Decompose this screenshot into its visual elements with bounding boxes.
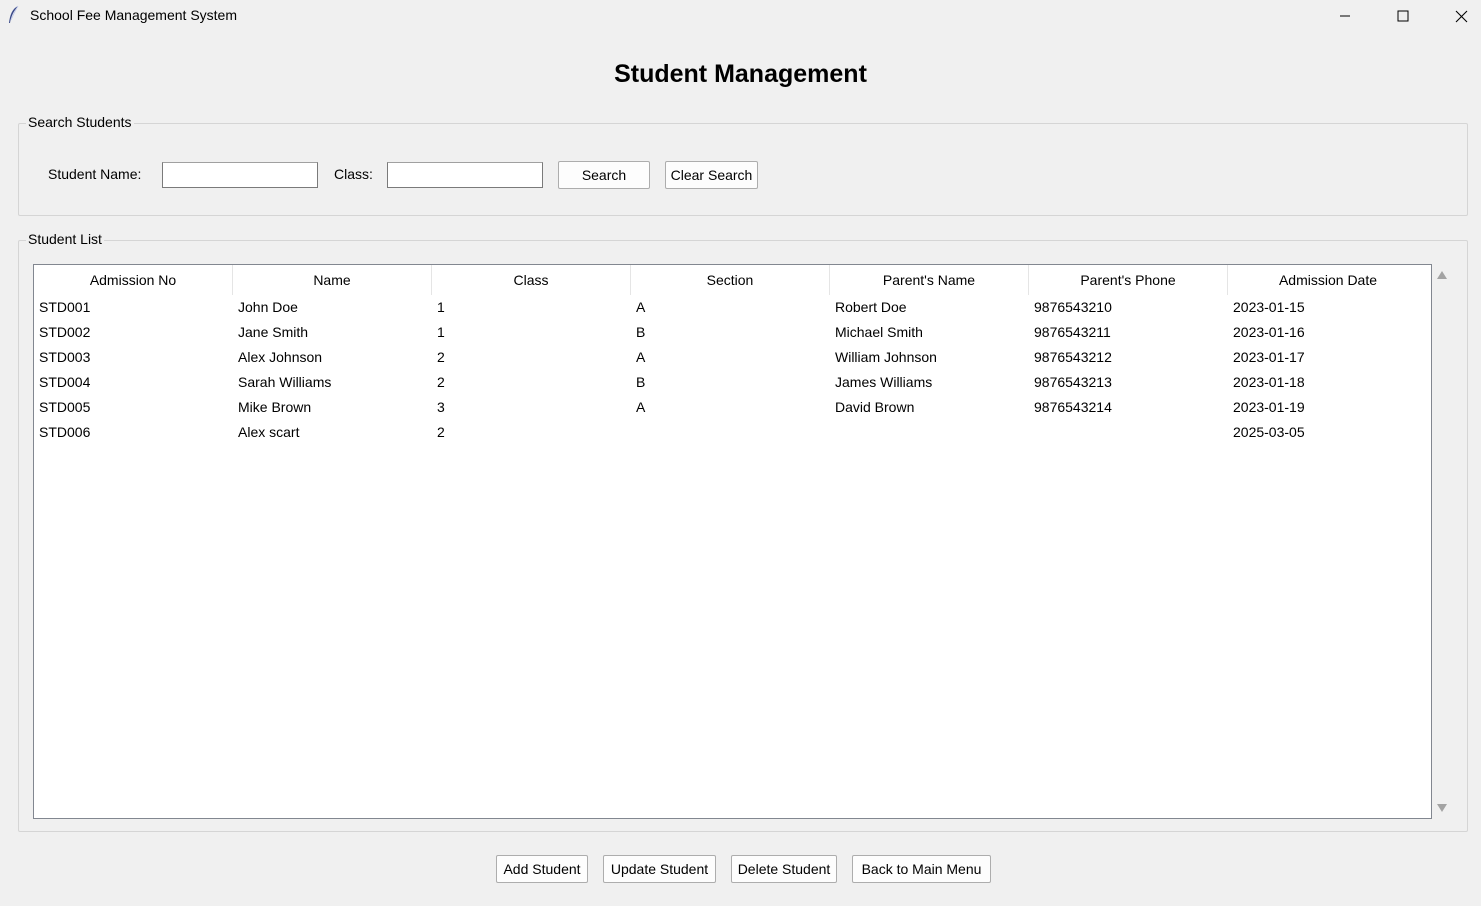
delete-student-button[interactable]: Delete Student [731, 855, 837, 883]
cell-name: Jane Smith [238, 324, 309, 340]
back-to-main-menu-button[interactable]: Back to Main Menu [852, 855, 991, 883]
cell-admission-date: 2023-01-15 [1233, 299, 1305, 315]
close-button[interactable] [1438, 0, 1481, 32]
cell-parent-phone: 9876543212 [1034, 349, 1112, 365]
cell-class: 2 [437, 374, 445, 390]
clear-search-button[interactable]: Clear Search [665, 161, 758, 189]
cell-section: A [636, 399, 646, 415]
cell-name: John Doe [238, 299, 298, 315]
search-group-legend: Search Students [26, 114, 134, 130]
cell-admission-date: 2023-01-16 [1233, 324, 1305, 340]
cell-admission-date: 2025-03-05 [1233, 424, 1305, 440]
cell-parent-name: David Brown [835, 399, 915, 415]
close-icon [1455, 10, 1467, 22]
cell-section: B [636, 324, 646, 340]
cell-admission-date: 2023-01-17 [1233, 349, 1305, 365]
cell-section: A [636, 349, 646, 365]
table-row[interactable]: STD001 John Doe 1 A Robert Doe 9876543210 2023… [34, 295, 1431, 320]
column-header-name[interactable]: Name [233, 265, 432, 295]
table-header: Admission No Name Class Section Parent's… [34, 265, 1431, 295]
cell-class: 3 [437, 399, 445, 415]
update-student-button[interactable]: Update Student [603, 855, 716, 883]
cell-admission-no: STD001 [39, 299, 91, 315]
cell-admission-date: 2023-01-19 [1233, 399, 1305, 415]
cell-class: 2 [437, 424, 445, 440]
cell-admission-no: STD003 [39, 349, 91, 365]
student-name-input[interactable] [162, 162, 318, 188]
vertical-scrollbar[interactable] [1433, 264, 1453, 819]
student-table[interactable]: Admission No Name Class Section Parent's… [33, 264, 1432, 819]
minimize-button[interactable] [1322, 0, 1368, 32]
feather-icon [9, 5, 19, 23]
cell-admission-date: 2023-01-18 [1233, 374, 1305, 390]
class-label: Class: [334, 166, 373, 182]
cell-admission-no: STD005 [39, 399, 91, 415]
cell-section [631, 420, 830, 445]
cell-parent-phone: 9876543214 [1034, 399, 1112, 415]
column-header-parent-phone[interactable]: Parent's Phone [1029, 265, 1228, 295]
cell-class: 1 [437, 299, 445, 315]
student-name-label: Student Name: [48, 166, 142, 182]
scroll-up-icon[interactable] [1437, 271, 1447, 279]
student-list-legend: Student List [26, 231, 104, 247]
title-bar: School Fee Management System [0, 0, 1481, 32]
column-header-class[interactable]: Class [432, 265, 631, 295]
cell-name: Alex scart [238, 424, 300, 440]
table-row[interactable]: STD004 Sarah Williams 2 B James Williams 9876… [34, 370, 1431, 395]
cell-admission-no: STD006 [39, 424, 91, 440]
search-button[interactable]: Search [558, 161, 650, 189]
table-body: STD001 John Doe 1 A Robert Doe 9876543210 2023… [34, 295, 1431, 445]
cell-parent-phone: 9876543213 [1034, 374, 1112, 390]
cell-admission-no: STD002 [39, 324, 91, 340]
column-header-parent-name[interactable]: Parent's Name [830, 265, 1029, 295]
cell-name: Sarah Williams [238, 374, 332, 390]
cell-parent-phone [1029, 420, 1228, 445]
add-student-button[interactable]: Add Student [496, 855, 588, 883]
page-title: Student Management [614, 60, 867, 88]
cell-parent-phone: 9876543210 [1034, 299, 1112, 315]
class-input[interactable] [387, 162, 543, 188]
cell-parent-name [830, 420, 1029, 445]
maximize-icon [1397, 10, 1409, 22]
window-title: School Fee Management System [30, 7, 237, 23]
table-row[interactable]: STD006 Alex scart 2 2025-03-05 [34, 420, 1431, 445]
scroll-down-icon[interactable] [1437, 804, 1447, 812]
cell-parent-name: James Williams [835, 374, 933, 390]
cell-class: 1 [437, 324, 445, 340]
minimize-icon [1340, 15, 1350, 17]
cell-section: A [636, 299, 646, 315]
table-row[interactable]: STD002 Jane Smith 1 B Michael Smith 987654321… [34, 320, 1431, 345]
cell-parent-name: Robert Doe [835, 299, 907, 315]
cell-section: B [636, 374, 646, 390]
cell-parent-name: Michael Smith [835, 324, 923, 340]
cell-class: 2 [437, 349, 445, 365]
cell-name: Mike Brown [238, 399, 312, 415]
cell-name: Alex Johnson [238, 349, 323, 365]
column-header-admission-no[interactable]: Admission No [34, 265, 233, 295]
cell-parent-phone: 9876543211 [1034, 324, 1111, 340]
cell-parent-name: William Johnson [835, 349, 937, 365]
column-header-section[interactable]: Section [631, 265, 830, 295]
column-header-admission-date[interactable]: Admission Date [1228, 265, 1428, 295]
table-row[interactable]: STD005 Mike Brown 3 A David Brown 9876543214 2… [34, 395, 1431, 420]
maximize-button[interactable] [1380, 0, 1426, 32]
table-row[interactable]: STD003 Alex Johnson 2 A William Johnson 98765… [34, 345, 1431, 370]
cell-admission-no: STD004 [39, 374, 91, 390]
